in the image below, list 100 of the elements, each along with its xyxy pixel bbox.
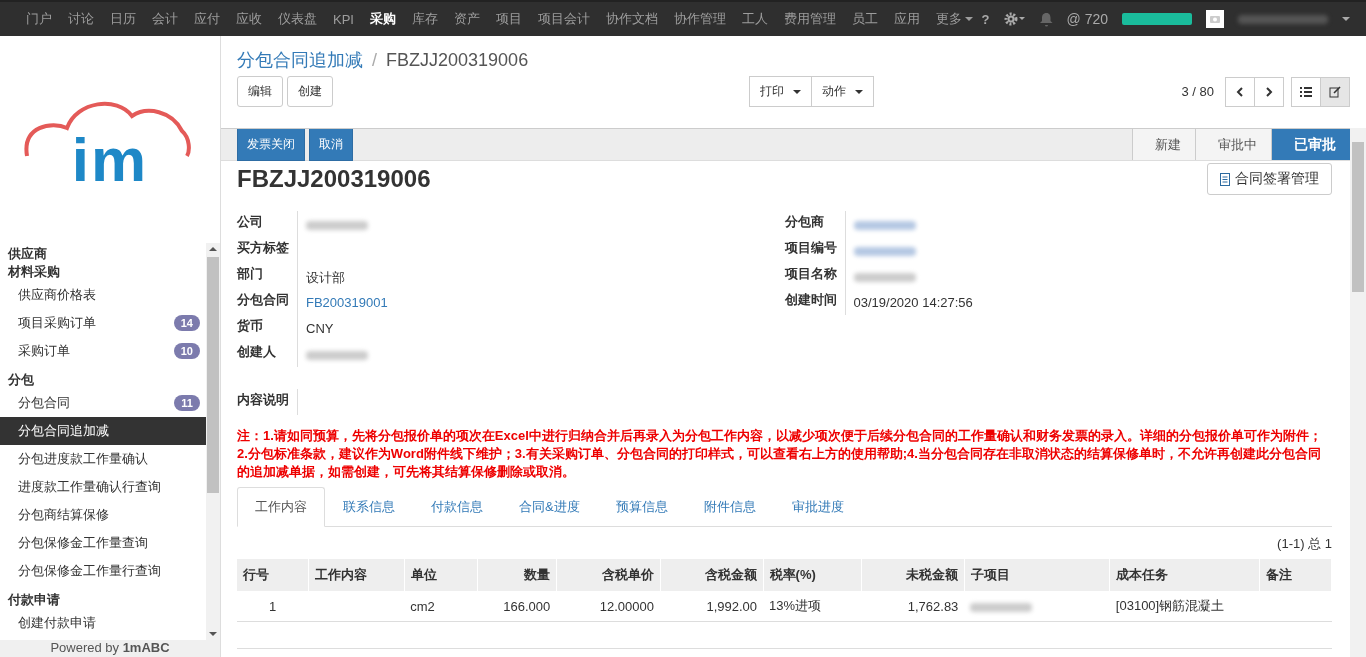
scroll-down-icon[interactable] bbox=[209, 631, 217, 637]
nav-menu-item[interactable]: 协作管理 bbox=[665, 10, 734, 28]
count-badge: 10 bbox=[173, 343, 200, 359]
column-header[interactable]: 含税单价 bbox=[556, 559, 660, 591]
nav-menu-item[interactable]: 项目 bbox=[487, 10, 530, 28]
action-button[interactable]: 取消 bbox=[309, 129, 353, 161]
column-header[interactable]: 税率(%) bbox=[763, 559, 862, 591]
nav-menu-item[interactable]: 应付 bbox=[186, 10, 228, 28]
action-button[interactable]: 发票关闭 bbox=[237, 129, 305, 161]
settings-icon[interactable] bbox=[1003, 12, 1026, 26]
nav-menu-item[interactable]: 员工 bbox=[843, 10, 886, 28]
column-header[interactable]: 子项目 bbox=[964, 559, 1110, 591]
mention-counter[interactable]: @ 720 bbox=[1066, 11, 1108, 27]
nav-menu-item[interactable]: 门户 bbox=[18, 10, 60, 28]
status-step[interactable]: 审批中 bbox=[1195, 129, 1271, 160]
field-value: CNY bbox=[306, 321, 334, 336]
column-header[interactable]: 备注 bbox=[1259, 559, 1332, 591]
breadcrumb-link[interactable]: 分包合同追加减 bbox=[237, 50, 363, 70]
edit-icon bbox=[1329, 85, 1341, 98]
blurred-value bbox=[853, 273, 916, 283]
column-header[interactable]: 含税金额 bbox=[660, 559, 764, 591]
list-icon bbox=[1300, 86, 1312, 97]
previous-button[interactable] bbox=[1225, 76, 1255, 107]
nav-menu-item[interactable]: 项目会计 bbox=[529, 10, 598, 28]
column-header[interactable]: 成本任务 bbox=[1109, 559, 1260, 591]
column-header[interactable]: 工作内容 bbox=[308, 559, 405, 591]
scroll-up-icon[interactable] bbox=[209, 246, 217, 252]
sidebar-item[interactable]: 分包进度款工作量确认 bbox=[0, 445, 206, 473]
next-button[interactable] bbox=[1254, 76, 1284, 107]
table-cell: 166.000 bbox=[503, 598, 551, 614]
dropdown-button[interactable]: 动作 bbox=[811, 76, 875, 107]
dropdown-button[interactable]: 打印 bbox=[749, 76, 813, 107]
nav-menu-item[interactable]: 日历 bbox=[102, 10, 144, 28]
form-view-button[interactable] bbox=[1320, 76, 1350, 107]
status-step[interactable]: 已审批 bbox=[1271, 129, 1350, 160]
tab[interactable]: 付款信息 bbox=[413, 487, 501, 527]
nav-menu-item[interactable]: 工人 bbox=[733, 10, 776, 28]
menu-section-title: 材料采购 bbox=[7, 263, 61, 281]
column-header[interactable]: 单位 bbox=[404, 559, 478, 591]
sidebar-item[interactable]: 分包合同 11 bbox=[0, 389, 206, 417]
chevron-left-icon bbox=[1236, 86, 1244, 97]
nav-menu-item[interactable]: 会计 bbox=[144, 10, 186, 28]
nav-menu-item[interactable]: 库存 bbox=[403, 10, 446, 28]
column-header[interactable]: 行号 bbox=[237, 559, 309, 591]
toolbar-button[interactable]: 创建 bbox=[287, 76, 333, 107]
scrollbar[interactable] bbox=[206, 243, 220, 640]
more-menu[interactable]: 更多 bbox=[927, 10, 981, 28]
sidebar-item[interactable]: 分包保修金工作量查询 bbox=[0, 529, 206, 557]
column-header[interactable]: 未税金额 bbox=[861, 559, 965, 591]
tab[interactable]: 工作内容 bbox=[237, 487, 325, 527]
menu-section-title: 付款申请 bbox=[6, 591, 61, 609]
scrollbar[interactable] bbox=[1350, 128, 1366, 657]
count-badge: 11 bbox=[174, 395, 200, 411]
breadcrumb-separator: / bbox=[372, 50, 378, 70]
field-label: 分包商 bbox=[784, 211, 846, 237]
tab[interactable]: 审批进度 bbox=[773, 487, 862, 527]
field-value: 03/19/2020 14:27:56 bbox=[853, 295, 973, 310]
logo: im bbox=[0, 36, 220, 243]
tab[interactable]: 合同&进度 bbox=[501, 487, 598, 527]
field-label: 分包合同 bbox=[237, 289, 298, 315]
column-header[interactable]: 数量 bbox=[477, 559, 557, 591]
blurred-value bbox=[306, 221, 368, 231]
count-badge: 14 bbox=[173, 315, 200, 331]
nav-menu-item[interactable]: 采购 bbox=[361, 10, 404, 28]
sidebar-item[interactable]: 分包合同追加减 bbox=[0, 417, 206, 445]
field-link[interactable]: FB200319001 bbox=[306, 295, 388, 310]
sidebar-item[interactable]: 采购订单 10 bbox=[0, 337, 206, 365]
contract-sign-button[interactable]: 合同签署管理 bbox=[1207, 163, 1332, 195]
tab[interactable]: 预算信息 bbox=[597, 487, 686, 527]
sidebar-item[interactable]: 项目采购订单 14 bbox=[0, 309, 206, 337]
pager-text: 3 / 80 bbox=[1181, 84, 1214, 99]
tab[interactable]: 附件信息 bbox=[685, 487, 774, 527]
sidebar-item[interactable]: 进度款工作量确认行查询 bbox=[0, 473, 206, 501]
tab[interactable]: 联系信息 bbox=[325, 487, 413, 527]
nav-menu-item[interactable]: 应收 bbox=[228, 10, 270, 28]
blurred-value bbox=[306, 351, 368, 361]
sidebar-item[interactable]: 分包保修金工作量行查询 bbox=[0, 557, 206, 585]
list-view-button[interactable] bbox=[1291, 76, 1321, 107]
sidebar-item[interactable]: 供应商价格表 bbox=[0, 281, 206, 309]
nav-menu-item[interactable]: 费用管理 bbox=[775, 10, 844, 28]
table-cell: 1 bbox=[269, 598, 277, 614]
nav-menu-item[interactable]: 协作文档 bbox=[597, 10, 666, 28]
chevron-right-icon bbox=[1265, 86, 1273, 97]
nav-menu-item[interactable]: KPI bbox=[325, 10, 362, 28]
nav-menu-item[interactable]: 讨论 bbox=[60, 10, 102, 28]
nav-menu-item[interactable]: 资产 bbox=[445, 10, 488, 28]
help-link[interactable]: ? bbox=[981, 11, 990, 27]
sidebar-item[interactable]: 分包商结算保修 bbox=[0, 501, 206, 529]
powered-by-text: Powered by 1mABC bbox=[0, 640, 220, 657]
nav-menu-item[interactable]: 仪表盘 bbox=[270, 10, 325, 28]
caret-icon[interactable] bbox=[1342, 17, 1350, 21]
caret-icon bbox=[964, 17, 973, 21]
nav-menu-item[interactable]: 应用 bbox=[885, 10, 928, 28]
status-step[interactable]: 新建 bbox=[1132, 129, 1195, 160]
toolbar-button[interactable]: 编辑 bbox=[237, 76, 283, 107]
table-cell: 12.00000 bbox=[599, 598, 654, 614]
caret-icon bbox=[793, 89, 802, 94]
breadcrumb-current: FBZJJ200319006 bbox=[386, 50, 529, 70]
sidebar-item[interactable]: 创建付款申请 bbox=[0, 609, 206, 637]
menu-section-title: 供应商 bbox=[6, 245, 48, 263]
